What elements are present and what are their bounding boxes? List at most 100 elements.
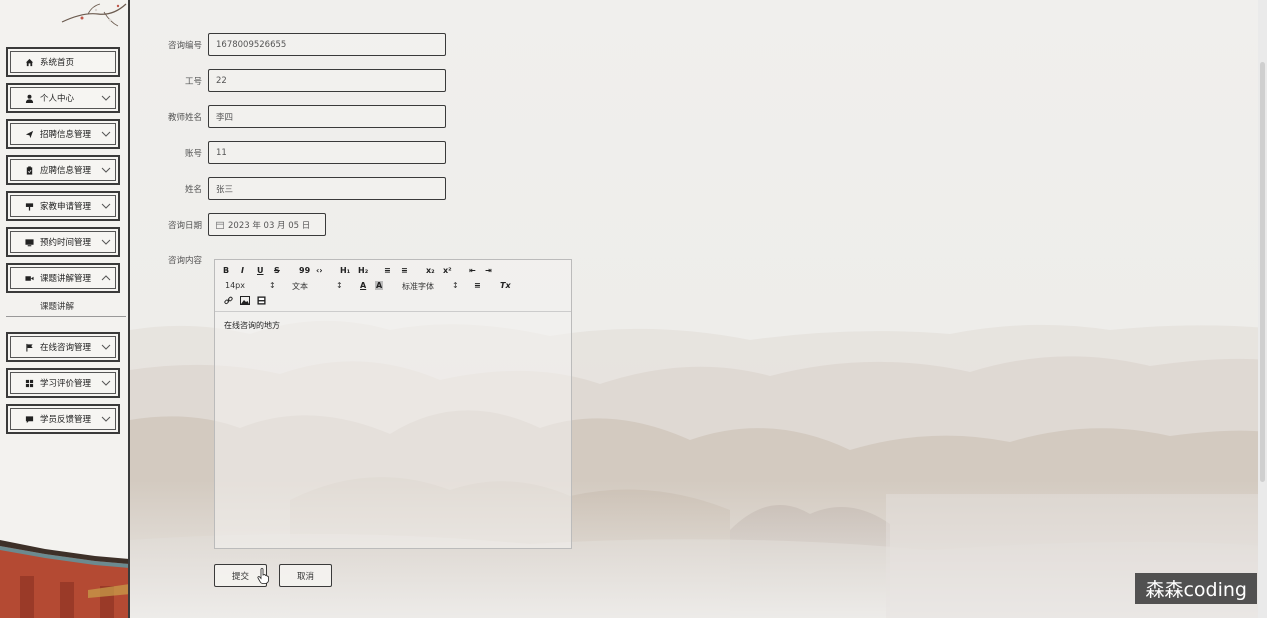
font-size-value: 14px [225,281,245,290]
form-row-date: 咨询日期 2023 年 03 月 05 日 [130,213,326,236]
cancel-button[interactable]: 取消 [279,564,332,587]
background-color-button[interactable]: A [375,281,384,290]
comment-icon [24,414,34,424]
chevron-down-icon [101,380,111,386]
field-label: 账号 [184,148,202,159]
chevron-down-icon [101,167,111,173]
field-label: 咨询编号 [167,40,202,51]
sidebar-item-label: 招聘信息管理 [40,130,92,140]
font-family-select[interactable]: 标准字体 ↕ [402,281,460,292]
sidebar-item-learning-evaluation[interactable]: 学习评价管理 [6,368,120,398]
clear-format-button[interactable]: Tx [500,281,511,290]
sidebar-item-label: 预约时间管理 [40,238,92,248]
watermark: 森森coding [1135,573,1257,604]
sidebar-item-student-feedback[interactable]: 学员反馈管理 [6,404,120,434]
sidebar-item-tutor-application[interactable]: 家教申请管理 [6,191,120,221]
rich-text-editor: B I U S 99 ‹› H₁ H₂ ≡ ≡ x₂ x² ⇤ ⇥ 14px ↕ … [214,259,572,549]
strikethrough-button[interactable]: S [274,266,280,275]
image-icon[interactable] [240,296,250,308]
chevron-down-icon [101,131,111,137]
sidebar-item-label: 家教申请管理 [40,202,92,212]
indent-button[interactable]: ⇥ [485,266,492,275]
form-row-content: 咨询内容 [130,254,208,266]
chevron-up-icon [101,275,111,281]
editor-toolbar: B I U S 99 ‹› H₁ H₂ ≡ ≡ x₂ x² ⇤ ⇥ 14px ↕ … [215,260,571,312]
sidebar-item-personal-center[interactable]: 个人中心 [6,83,120,113]
ordered-list-button[interactable]: ≡ [384,266,391,275]
sidebar-item-label: 应聘信息管理 [40,166,92,176]
sidebar-item-label: 在线咨询管理 [40,343,92,353]
heading2-button[interactable]: H₂ [358,266,368,275]
form-row-consult-id: 咨询编号 1678009526655 [130,33,446,56]
sidebar-item-recruitment[interactable]: 招聘信息管理 [6,119,120,149]
align-button[interactable]: ≡ [474,281,481,290]
sidebar-item-appointment-time[interactable]: 预约时间管理 [6,227,120,257]
form-row-account: 账号 11 [130,141,446,164]
staff-id-field[interactable]: 22 [208,69,446,92]
consult-id-field[interactable]: 1678009526655 [208,33,446,56]
sidebar-item-label: 课题讲解管理 [40,274,92,284]
main-content: 咨询编号 1678009526655 工号 22 教师姓名 李四 账号 11 姓… [130,0,1267,618]
italic-button[interactable]: I [241,266,244,275]
font-family-value: 标准字体 [402,282,434,291]
subscript-button[interactable]: x₂ [426,266,435,275]
field-label: 咨询内容 [167,256,202,266]
home-icon [24,57,34,67]
chevron-down-icon [101,344,111,350]
heading1-button[interactable]: H₁ [340,266,350,275]
calendar-icon [216,221,224,229]
consult-date-picker[interactable]: 2023 年 03 月 05 日 [208,213,326,236]
bold-button[interactable]: B [223,266,229,275]
account-field[interactable]: 11 [208,141,446,164]
sidebar-item-label: 学员反馈管理 [40,415,92,425]
font-size-select[interactable]: 14px ↕ [225,281,276,290]
chevron-down-icon [101,95,111,101]
date-value: 2023 年 03 月 05 日 [228,220,311,231]
chevron-down-icon [101,416,111,422]
send-icon [24,129,34,139]
scrollbar-thumb[interactable] [1260,62,1265,482]
outdent-button[interactable]: ⇤ [469,266,476,275]
bullet-list-button[interactable]: ≡ [401,266,408,275]
sidebar-item-label: 系统首页 [40,58,75,68]
link-icon[interactable] [224,296,233,308]
text-type-select[interactable]: 文本 ↕ [292,281,344,292]
text-type-value: 文本 [292,282,308,291]
sidebar-item-applications[interactable]: 应聘信息管理 [6,155,120,185]
hand-cursor-icon [257,568,269,584]
chevron-down-icon [101,203,111,209]
form-row-name: 姓名 张三 [130,177,446,200]
code-button[interactable]: ‹› [316,266,323,275]
video-icon [24,273,34,283]
sidebar-item-lecture[interactable]: 课题讲解管理 [6,263,120,293]
sidebar-item-online-consult[interactable]: 在线咨询管理 [6,332,120,362]
superscript-button[interactable]: x² [443,266,452,275]
sidebar-item-home[interactable]: 系统首页 [6,47,120,77]
field-label: 姓名 [184,184,202,195]
signpost-icon [24,201,34,211]
plum-branch-decoration [61,3,127,27]
field-label: 教师姓名 [167,112,202,123]
divider [6,316,126,317]
field-label: 咨询日期 [167,220,202,231]
flag-icon [24,342,34,352]
form-row-teacher-name: 教师姓名 李四 [130,105,446,128]
cancel-label: 取消 [296,571,314,582]
name-field[interactable]: 张三 [208,177,446,200]
grid-icon [24,378,34,388]
teacher-name-field[interactable]: 李四 [208,105,446,128]
video-embed-icon[interactable] [257,296,266,308]
monitor-icon [24,237,34,247]
text-color-button[interactable]: A [360,281,366,290]
form-row-staff-id: 工号 22 [130,69,446,92]
underline-button[interactable]: U [257,266,264,275]
sidebar-item-label: 个人中心 [40,94,75,104]
clipboard-icon [24,165,34,175]
sidebar: 系统首页 个人中心 招聘信息管理 应聘信息管理 家教申请管理 预约时间管理 课题… [0,0,130,618]
submit-label: 提交 [231,571,249,582]
user-icon [24,93,34,103]
blockquote-button[interactable]: 99 [299,266,310,275]
sidebar-subitem-lecture[interactable]: 课题讲解 [40,300,74,312]
palace-illustration [0,540,128,618]
editor-content[interactable]: 在线咨询的地方 [215,312,571,339]
